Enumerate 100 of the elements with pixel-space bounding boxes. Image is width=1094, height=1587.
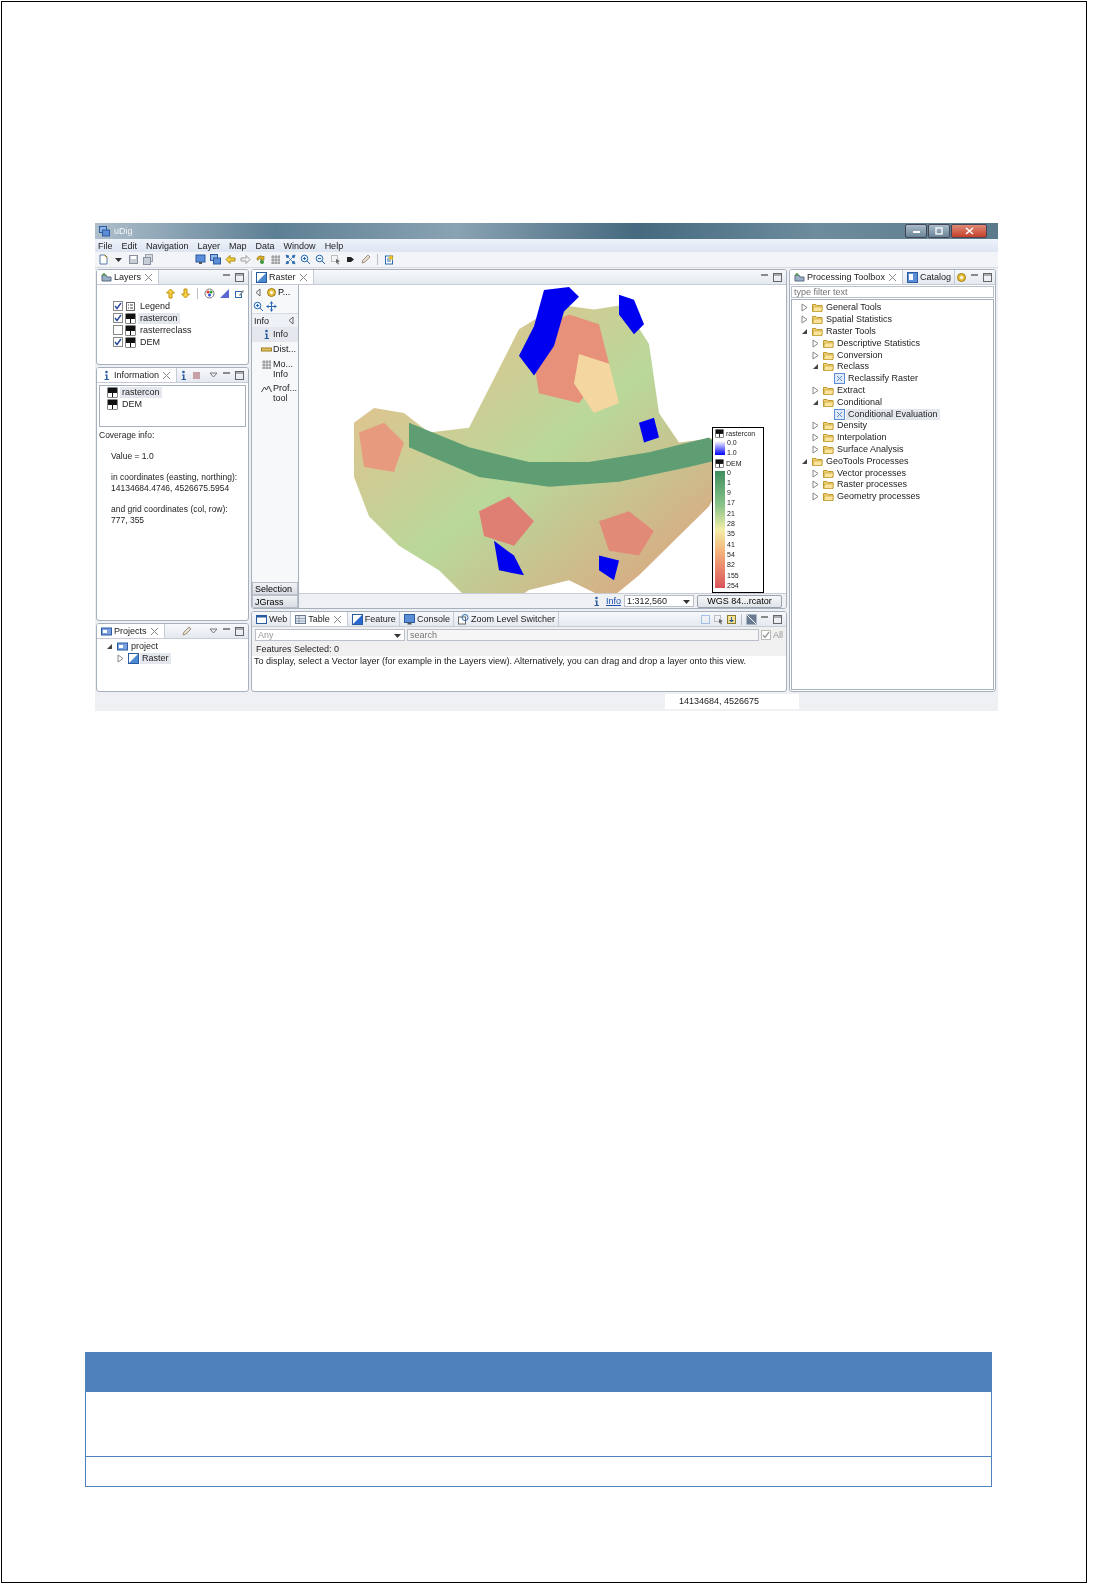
tree-item[interactable]: Geometry processes	[835, 491, 923, 503]
menu-item[interactable]: Help	[324, 240, 344, 251]
collapsed-arrow-icon[interactable]	[799, 302, 810, 314]
scale-dropdown[interactable]: 1:312,560	[624, 595, 694, 607]
save-icon[interactable]	[128, 254, 139, 265]
tree-item[interactable]: Spatial Statistics	[824, 314, 895, 326]
panel-tab[interactable]: Console	[399, 612, 454, 626]
palette-tool[interactable]: Info	[252, 327, 298, 342]
arrow-right-icon[interactable]	[240, 254, 251, 265]
checkbox[interactable]	[113, 337, 123, 347]
expand-icon[interactable]	[285, 254, 296, 265]
menu-item[interactable]: Edit	[121, 240, 138, 251]
tree-item[interactable]: Reclassify Raster	[846, 373, 921, 385]
menu-item[interactable]: Window	[283, 240, 316, 251]
panel-tab[interactable]: Catalog	[902, 270, 955, 284]
pan-icon[interactable]	[266, 300, 277, 312]
globe-icon[interactable]	[204, 287, 215, 299]
tree-item[interactable]: Conversion	[835, 349, 885, 361]
tree-item[interactable]: Descriptive Statistics	[835, 337, 923, 349]
panel-tab[interactable]: Zoom Level Switcher	[453, 612, 559, 626]
collapse-icon[interactable]	[286, 315, 297, 326]
maximize-icon[interactable]	[234, 271, 245, 283]
panel-tab[interactable]: Processing Toolbox	[790, 270, 903, 284]
grid-icon[interactable]	[270, 254, 281, 265]
minimize-button[interactable]	[905, 224, 927, 238]
menu-item[interactable]: Map	[229, 240, 247, 251]
close-icon[interactable]	[886, 271, 898, 283]
settings-icon[interactable]	[955, 271, 967, 283]
tree-item[interactable]: Vector processes	[835, 467, 909, 479]
layer-entry[interactable]: rastercon	[138, 312, 180, 324]
maximize-icon[interactable]	[234, 625, 245, 637]
panel-tab[interactable]: Information	[97, 368, 178, 382]
palette-tool[interactable]: Prof... tool	[252, 381, 298, 405]
pencil-icon[interactable]	[360, 254, 371, 265]
play-icon[interactable]	[345, 254, 356, 265]
close-button[interactable]	[951, 224, 987, 238]
zoom-out-icon[interactable]	[315, 254, 326, 265]
tree-item[interactable]: Conditional	[835, 396, 885, 408]
layer-entry[interactable]: rasterreclass	[138, 324, 194, 336]
tree-item[interactable]: Surface Analysis	[835, 443, 906, 455]
arrow-down-icon[interactable]	[180, 287, 191, 299]
checkbox[interactable]	[113, 301, 123, 311]
edit-icon[interactable]	[234, 287, 245, 299]
close-icon[interactable]	[331, 613, 343, 625]
tree-item[interactable]: Raster	[140, 653, 171, 665]
palette-drawer[interactable]: JGrass	[252, 595, 298, 608]
menu-item[interactable]: File	[98, 240, 113, 251]
collapsed-arrow-icon[interactable]	[810, 420, 821, 432]
checkbox[interactable]	[761, 630, 771, 640]
menu-item[interactable]: Data	[255, 240, 275, 251]
collapsed-arrow-icon[interactable]	[810, 479, 821, 491]
collapsed-arrow-icon[interactable]	[810, 432, 821, 444]
checkbox[interactable]	[113, 325, 123, 335]
tree-item[interactable]: Density	[835, 420, 869, 432]
tree-item[interactable]: General Tools	[824, 302, 884, 314]
windows-icon[interactable]	[210, 254, 221, 265]
palette-tool[interactable]: Mo... Info	[252, 357, 298, 381]
save-all-icon[interactable]	[143, 254, 154, 265]
editor-tab[interactable]: Raster	[252, 270, 314, 284]
maximize-icon[interactable]	[234, 369, 245, 381]
info-link[interactable]: Info	[606, 596, 621, 606]
tree-item[interactable]: Extract	[835, 384, 867, 396]
zoom-in-icon[interactable]	[300, 254, 311, 265]
panel-tab[interactable]: Layers	[97, 270, 159, 284]
close-icon[interactable]	[297, 271, 309, 283]
new-icon[interactable]	[98, 254, 109, 265]
crs-button[interactable]: WGS 84...rcator	[697, 594, 782, 608]
triangle-icon[interactable]	[219, 287, 230, 299]
menu-item[interactable]: Layer	[197, 240, 221, 251]
panel-tab[interactable]: Projects	[97, 624, 165, 638]
tree-item[interactable]: Reclass	[835, 361, 871, 373]
tree-item[interactable]: Raster processes	[835, 479, 910, 491]
palette-drawer[interactable]: Selection	[252, 582, 298, 595]
restore-button[interactable]	[928, 224, 950, 238]
layer-entry[interactable]: Legend	[138, 300, 173, 312]
palette-button[interactable]: P...	[265, 286, 291, 298]
monitor-icon[interactable]	[195, 254, 206, 265]
collapsed-arrow-icon[interactable]	[810, 491, 821, 503]
search-field[interactable]: search	[407, 629, 759, 641]
select-icon[interactable]	[713, 613, 724, 625]
layer-entry[interactable]: rastercon	[120, 386, 162, 398]
export-icon[interactable]	[726, 613, 737, 625]
tree-item[interactable]: Interpolation	[835, 432, 889, 444]
collapse-icon[interactable]	[253, 286, 264, 298]
layer-entry[interactable]: DEM	[138, 336, 162, 348]
arrow-left-icon[interactable]	[225, 254, 236, 265]
close-icon[interactable]	[148, 625, 160, 637]
tree-item[interactable]: Raster Tools	[824, 326, 878, 337]
panel-tab[interactable]: Table	[291, 612, 348, 626]
no-selection-icon[interactable]	[746, 613, 757, 625]
tree-item[interactable]: GeoTools Processes	[824, 455, 911, 467]
close-icon[interactable]	[161, 369, 173, 381]
selection-icon[interactable]	[330, 254, 341, 265]
maximize-icon[interactable]	[772, 271, 783, 283]
layer-entry[interactable]: DEM	[120, 398, 144, 410]
maximize-icon[interactable]	[981, 271, 993, 283]
tree-item[interactable]: project	[129, 641, 160, 653]
tree-item[interactable]: Conditional Evaluation	[846, 408, 940, 420]
palette-tool[interactable]: Dist...	[252, 342, 298, 357]
clipboard-icon[interactable]	[384, 254, 395, 265]
